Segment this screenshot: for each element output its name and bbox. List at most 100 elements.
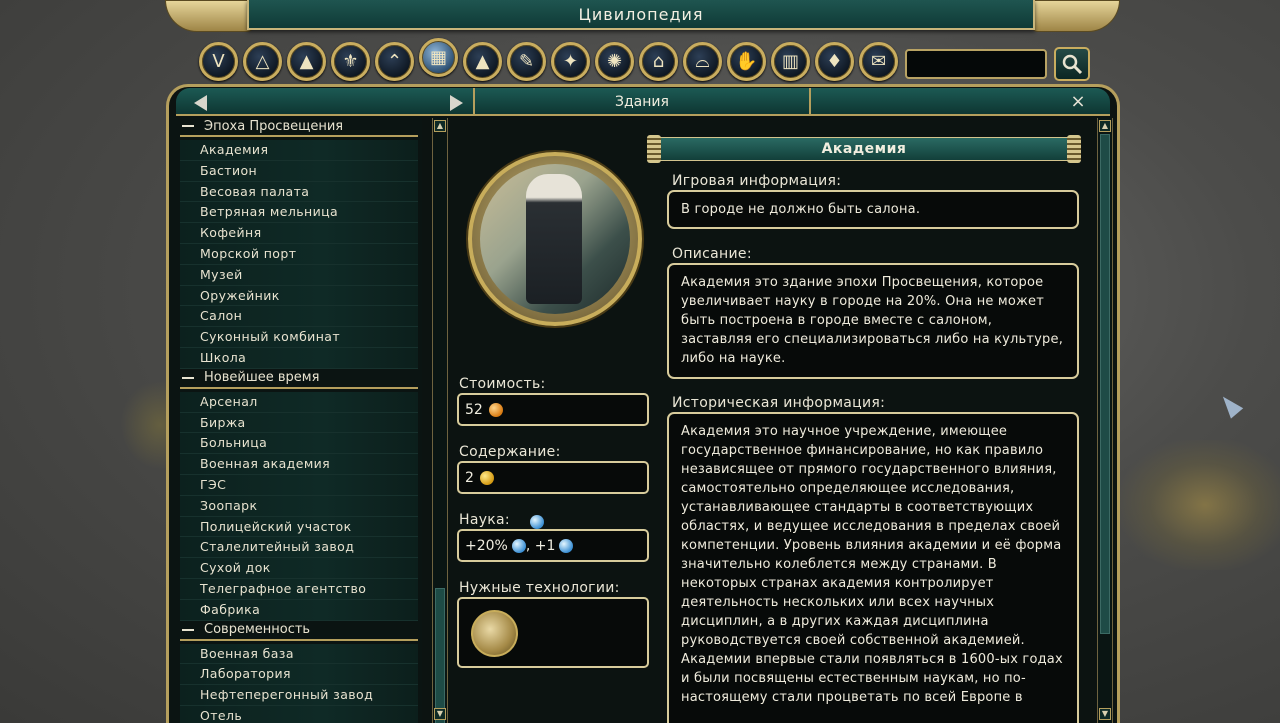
list-item[interactable]: ГЭС [180,474,418,496]
list-item[interactable]: Сталелитейный завод [180,537,418,559]
list-group-header[interactable]: Современность [180,621,418,641]
list-item[interactable]: Полицейский участок [180,516,418,538]
building-name: Академия [821,141,907,157]
window-title: Цивилопедия [247,0,1035,30]
list-group-title: Эпоха Просвещения [204,118,344,134]
list-item[interactable]: Больница [180,433,418,455]
resource-icon[interactable]: ⌓ [683,42,722,81]
scroll-up-icon[interactable]: ▲ [434,120,446,132]
improvement-icon[interactable]: ✋ [727,42,766,81]
back-arrow-icon[interactable] [194,95,207,111]
science-percent: +20% [465,537,508,554]
banner-cap-left [647,135,661,163]
portrait-scene [480,164,630,314]
search-button[interactable] [1054,47,1090,81]
list-item[interactable]: Академия [180,140,418,161]
map-icon[interactable]: ✉ [859,42,898,81]
list-item[interactable]: Ветряная мельница [180,202,418,224]
collapse-icon [182,628,194,631]
upkeep-value: 2 [465,469,474,486]
religion-icon[interactable]: ✺ [595,42,634,81]
list-item[interactable]: Нефтеперегонный завод [180,685,418,706]
list-group-header[interactable]: Новейшее время [180,369,418,389]
science-icon [530,515,544,529]
list-item[interactable]: Отель [180,705,418,723]
mouse-cursor-icon [1216,391,1244,419]
list-group-header[interactable]: Эпоха Просвещения [180,117,418,137]
list-group-title: Современность [204,622,311,638]
gold-icon [479,470,494,485]
banner-scroll-right [1030,0,1120,32]
gem-icon[interactable]: ♦ [815,42,854,81]
list-item[interactable]: Суконный комбинат [180,327,418,348]
cost-value: 52 [465,401,483,418]
list-item[interactable]: Бастион [180,160,418,182]
upkeep-label: Содержание: [459,444,561,460]
list-group-title: Новейшее время [204,370,320,386]
detail-scrollbar[interactable]: ▲ ▼ [1097,118,1113,723]
building-list: Эпоха Просвещения Академия Бастион Весовая … [170,117,422,723]
scroll-thumb[interactable] [435,588,445,723]
wonder-icon[interactable]: ▲ [463,42,502,81]
promotion-icon[interactable]: ⌃ [375,42,414,81]
collapse-icon [182,376,194,379]
list-item[interactable]: Сухой док [180,558,418,579]
required-tech-box [457,597,649,668]
tech-icon[interactable]: ✎ [507,42,546,81]
collapse-icon [182,125,194,127]
scroll-thumb[interactable] [1100,134,1110,634]
history-box: Академия это научное учреждение, имеющее… [667,412,1079,723]
close-button[interactable]: × [1068,91,1088,113]
list-item[interactable]: Телеграфное агентство [180,578,418,600]
history-label: Историческая информация: [672,395,886,411]
science-box: +20% , +1 [457,529,649,562]
scroll-up-icon[interactable]: ▲ [1099,120,1111,132]
description-label: Описание: [672,246,752,262]
building-portrait [468,152,642,326]
government-icon[interactable]: ⌂ [639,42,678,81]
civilization-icon[interactable]: V [199,42,238,81]
list-item[interactable]: Зоопарк [180,495,418,517]
list-item[interactable]: Арсенал [180,391,418,413]
unit-icon[interactable]: ⚜ [331,42,370,81]
banner-cap-right [1067,135,1081,163]
production-icon [488,402,503,417]
list-item[interactable]: Школа [180,347,418,369]
list-item[interactable]: Биржа [180,412,418,434]
description-box: Академия это здание эпохи Просвещения, к… [667,263,1079,379]
section-title: Здания [615,94,669,110]
list-item[interactable]: Морской порт [180,243,418,265]
search-input[interactable] [905,49,1047,79]
magnifier-icon [1062,54,1083,75]
list-item[interactable]: Кофейня [180,223,418,244]
list-item[interactable]: Весовая палата [180,181,418,203]
required-tech-icon[interactable] [471,610,518,657]
building-name-banner: Академия [647,135,1081,163]
game-info-box: В городе не должно быть салона. [667,190,1079,229]
list-item[interactable]: Лаборатория [180,664,418,686]
leader-icon[interactable]: ✦ [551,42,590,81]
list-scrollbar[interactable]: ▲ ▼ [432,118,448,723]
building-icon[interactable]: ▦ [419,38,458,77]
list-item[interactable]: Музей [180,264,418,286]
list-item[interactable]: Военная академия [180,454,418,475]
list-item[interactable]: Военная база [180,643,418,665]
scroll-down-icon[interactable]: ▼ [434,708,446,720]
tech-label: Нужные технологии: [459,580,620,596]
list-item[interactable]: Фабрика [180,599,418,621]
science-icon [511,538,526,553]
scroll-down-icon[interactable]: ▼ [1099,708,1111,720]
forward-arrow-icon[interactable] [450,95,463,111]
scholar-figure [526,174,582,304]
cost-box: 52 [457,393,649,426]
terrain-icon[interactable]: ▲ [287,42,326,81]
geometry-icon[interactable]: △ [243,42,282,81]
cost-label: Стоимость: [459,376,546,392]
list-item[interactable]: Оружейник [180,285,418,307]
game-info-label: Игровая информация: [672,173,842,189]
science-icon [559,538,574,553]
city-icon[interactable]: ▥ [771,42,810,81]
list-item[interactable]: Салон [180,306,418,328]
science-flat: , +1 [525,537,556,554]
map-background-land [1120,440,1280,570]
